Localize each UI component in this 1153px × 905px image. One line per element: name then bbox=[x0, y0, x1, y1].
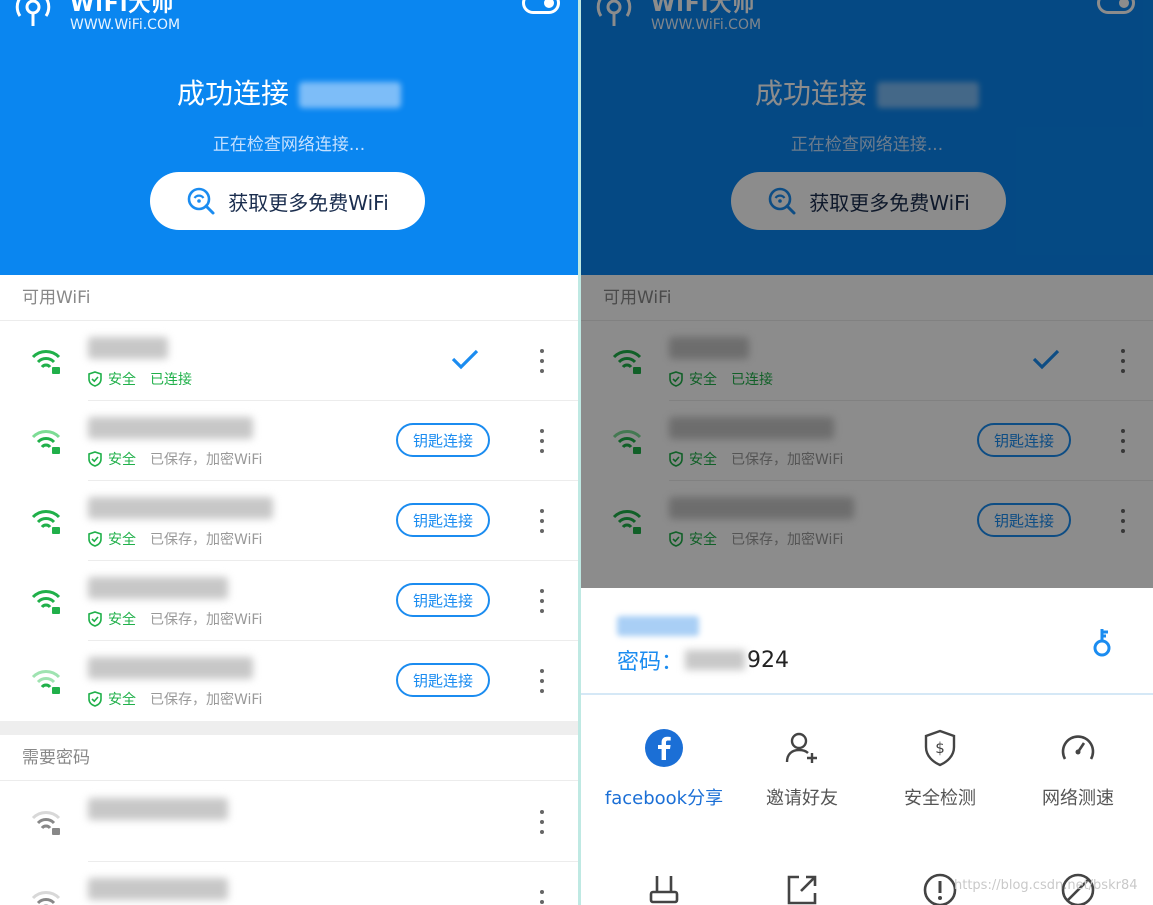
shield-check-icon bbox=[88, 451, 102, 467]
add-user-icon bbox=[785, 732, 817, 763]
dim-overlay[interactable] bbox=[581, 0, 1153, 588]
ssid-redacted bbox=[88, 417, 253, 439]
network-meta: 安全 已保存，加密WiFi bbox=[88, 689, 262, 709]
more-options-icon[interactable] bbox=[532, 886, 552, 905]
ssid-redacted bbox=[88, 657, 253, 679]
saved-label: 已保存，加密WiFi bbox=[150, 452, 263, 468]
invite-friends-button[interactable]: 邀请好友 bbox=[733, 726, 871, 810]
shield-check-icon bbox=[88, 611, 102, 627]
svg-text:$: $ bbox=[935, 739, 945, 757]
security-label: 安全 bbox=[108, 532, 136, 548]
facebook-icon bbox=[645, 729, 683, 767]
toggle-switch[interactable] bbox=[522, 0, 560, 14]
app-url: WWW.WiFi.COM bbox=[70, 17, 181, 33]
checkmark-icon bbox=[451, 349, 479, 370]
wifi-detail-screen: WiFi大师 WWW.WiFi.COM 成功连接 正在检查网络连接... 获取更… bbox=[581, 0, 1153, 905]
more-options-icon[interactable] bbox=[532, 505, 552, 537]
wifi-detail-sheet: 密码： 924 facebook分享 邀请好友 $ 安全检测 网络测速 bbox=[581, 588, 1153, 905]
wifi-signal-icon bbox=[31, 811, 61, 835]
invite-friends-label: 邀请好友 bbox=[766, 788, 838, 809]
network-row[interactable]: 安全 已保存，加密WiFi 钥匙连接 bbox=[0, 401, 578, 481]
wifi-signal-icon bbox=[31, 590, 61, 614]
ssid-redacted bbox=[88, 337, 168, 359]
get-more-wifi-label: 获取更多免费WiFi bbox=[228, 190, 389, 215]
shield-check-icon bbox=[88, 371, 102, 387]
sheet-divider bbox=[581, 693, 1153, 695]
facebook-share-label: facebook分享 bbox=[604, 788, 724, 809]
network-meta: 安全 已连接 bbox=[88, 369, 192, 389]
search-wifi-icon bbox=[187, 187, 215, 215]
security-label: 安全 bbox=[108, 692, 136, 708]
security-label: 安全 bbox=[108, 372, 136, 388]
security-label: 安全 bbox=[108, 612, 136, 628]
wifi-signal-icon bbox=[31, 670, 61, 694]
connection-title-text: 成功连接 bbox=[176, 77, 289, 110]
shield-dollar-icon: $ bbox=[924, 729, 956, 767]
checking-status: 正在检查网络连接... bbox=[212, 135, 366, 155]
key-connect-button[interactable]: 钥匙连接 bbox=[396, 583, 490, 617]
wifi-signal-icon bbox=[31, 430, 61, 454]
speedometer-icon bbox=[1061, 735, 1095, 760]
password-tail: 924 bbox=[747, 647, 790, 673]
connected-ssid-redacted bbox=[299, 82, 401, 108]
more-options-icon[interactable] bbox=[532, 585, 552, 617]
network-meta: 安全 已保存，加密WiFi bbox=[88, 529, 262, 549]
wifi-logo-icon bbox=[15, 0, 51, 26]
network-row[interactable] bbox=[0, 862, 578, 905]
security-check-button[interactable]: $ 安全检测 bbox=[871, 726, 1009, 810]
section-need-password: 需要密码 bbox=[0, 735, 578, 781]
get-more-wifi-button[interactable]: 获取更多免费WiFi bbox=[150, 172, 425, 230]
saved-label: 已保存，加密WiFi bbox=[150, 612, 263, 628]
router-button[interactable] bbox=[595, 868, 733, 905]
open-external-button[interactable] bbox=[733, 868, 871, 905]
key-icon[interactable] bbox=[1091, 626, 1113, 658]
wifi-signal-icon bbox=[31, 350, 61, 374]
password-label: 密码： bbox=[617, 650, 684, 675]
alert-icon bbox=[923, 873, 957, 905]
facebook-share-button[interactable]: facebook分享 bbox=[595, 726, 733, 810]
app-header: WiFi大师 WWW.WiFi.COM 成功连接 正在检查网络连接... 获取更… bbox=[0, 0, 578, 275]
network-row[interactable] bbox=[0, 782, 578, 862]
section-gap bbox=[0, 721, 578, 735]
speed-test-label: 网络测速 bbox=[1042, 788, 1114, 809]
more-options-icon[interactable] bbox=[532, 806, 552, 838]
key-connect-button[interactable]: 钥匙连接 bbox=[396, 423, 490, 457]
ssid-redacted bbox=[88, 577, 228, 599]
ssid-redacted bbox=[88, 497, 273, 519]
wifi-signal-icon bbox=[31, 510, 61, 534]
wifi-list-screen: WiFi大师 WWW.WiFi.COM 成功连接 正在检查网络连接... 获取更… bbox=[0, 0, 578, 905]
network-meta: 安全 已保存，加密WiFi bbox=[88, 609, 262, 629]
security-label: 安全 bbox=[108, 452, 136, 468]
router-icon bbox=[649, 876, 679, 904]
connected-label: 已连接 bbox=[150, 372, 192, 388]
network-row[interactable]: 安全 已保存，加密WiFi 钥匙连接 bbox=[0, 481, 578, 561]
shield-check-icon bbox=[88, 691, 102, 707]
wifi-signal-icon bbox=[31, 891, 61, 905]
network-row[interactable]: 安全 已连接 bbox=[0, 321, 578, 401]
ssid-redacted bbox=[88, 878, 228, 900]
network-meta: 安全 已保存，加密WiFi bbox=[88, 449, 262, 469]
app-name: WiFi大师 bbox=[70, 0, 175, 17]
more-options-icon[interactable] bbox=[532, 665, 552, 697]
sheet-ssid-redacted bbox=[617, 616, 699, 636]
more-options-icon[interactable] bbox=[532, 345, 552, 377]
network-row[interactable]: 安全 已保存，加密WiFi 钥匙连接 bbox=[0, 641, 578, 721]
security-check-label: 安全检测 bbox=[904, 788, 976, 809]
password-redacted bbox=[685, 650, 746, 670]
password-row: 密码： 924 bbox=[617, 644, 789, 676]
watermark: https://blog.csdn.net/bskr84 bbox=[954, 878, 1138, 893]
ssid-redacted bbox=[88, 798, 228, 820]
saved-label: 已保存，加密WiFi bbox=[150, 532, 263, 548]
shield-check-icon bbox=[88, 531, 102, 547]
saved-label: 已保存，加密WiFi bbox=[150, 692, 263, 708]
key-connect-button[interactable]: 钥匙连接 bbox=[396, 663, 490, 697]
speed-test-button[interactable]: 网络测速 bbox=[1009, 726, 1147, 810]
network-row[interactable]: 安全 已保存，加密WiFi 钥匙连接 bbox=[0, 561, 578, 641]
section-available: 可用WiFi bbox=[0, 275, 578, 321]
more-options-icon[interactable] bbox=[532, 425, 552, 457]
connection-title: 成功连接 bbox=[0, 72, 578, 112]
key-connect-button[interactable]: 钥匙连接 bbox=[396, 503, 490, 537]
external-link-icon bbox=[787, 875, 817, 905]
